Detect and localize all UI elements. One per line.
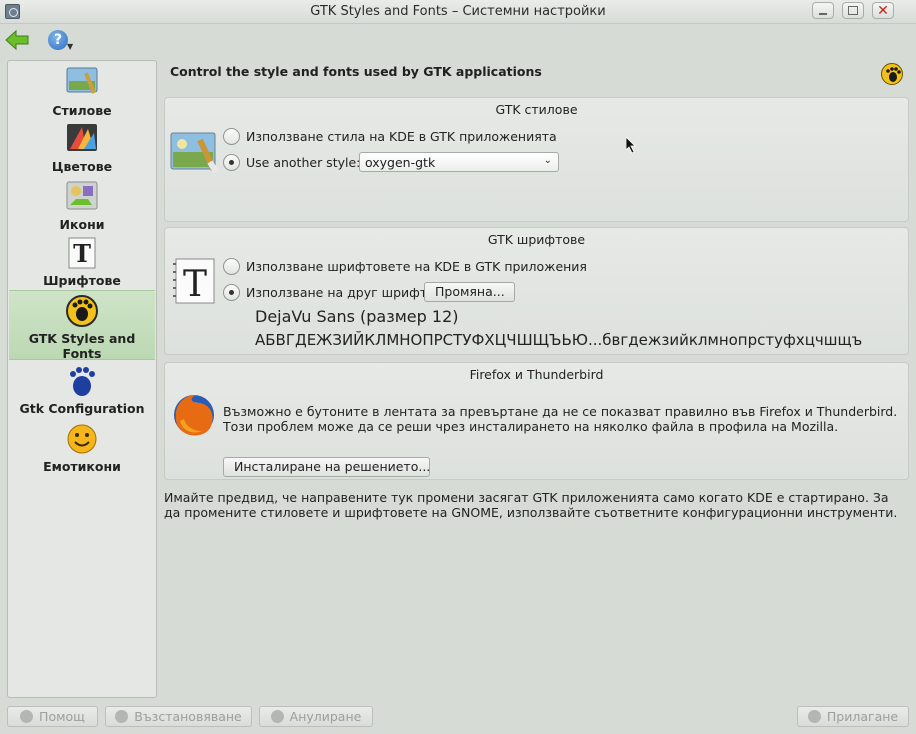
fonts-icon: T xyxy=(66,237,98,269)
gtk-icon xyxy=(66,295,98,327)
smiley-icon xyxy=(66,423,98,455)
group-title: GTK стилове xyxy=(495,102,578,117)
sidebar-item-label: Стилове xyxy=(52,103,112,118)
font-preview-name: DejaVu Sans (размер 12) xyxy=(255,307,459,326)
icons-icon xyxy=(66,181,98,213)
back-arrow-icon xyxy=(5,29,29,51)
sidebar-item-label: GTK Styles and Fonts xyxy=(28,331,136,361)
maximize-button[interactable] xyxy=(842,2,864,19)
styles-icon xyxy=(66,67,98,99)
group-title: Firefox и Thunderbird xyxy=(469,367,604,382)
gtk-fonts-group: GTK шрифтове T Използване шрифтовете на … xyxy=(164,227,909,355)
sidebar-item-label: Цветове xyxy=(51,159,113,174)
radio-button[interactable] xyxy=(223,257,240,275)
colors-icon xyxy=(66,123,98,155)
radio-button[interactable] xyxy=(223,283,240,301)
change-font-button[interactable]: Промяна... xyxy=(424,282,515,302)
toolbar: ? ▼ xyxy=(0,24,916,58)
title-bar: GTK Styles and Fonts – Системни настройк… xyxy=(0,0,916,24)
help-icon xyxy=(20,710,34,723)
firefox-thunderbird-group: Firefox и Thunderbird Възможно е бутонит… xyxy=(164,362,909,480)
radio-label: Използване на друг шрифт: xyxy=(246,284,432,300)
reset-button[interactable]: Възстановяване xyxy=(105,706,252,727)
sidebar-item-fonts[interactable]: T Шрифтове xyxy=(9,237,155,289)
mouse-cursor-icon xyxy=(626,137,636,153)
sidebar-item-gtk-styles-and-fonts[interactable]: GTK Styles and Fonts xyxy=(9,290,155,361)
sidebar-item-label: Икони xyxy=(59,217,105,232)
select-value: oxygen-gtk xyxy=(365,155,436,170)
back-button[interactable] xyxy=(4,27,30,53)
sidebar: Стилове Цветове Икони T Шрифтове GTK Sty… xyxy=(7,60,157,698)
sidebar-item-label: Шрифтове xyxy=(43,273,121,288)
sidebar-item-label: Gtk Configuration xyxy=(19,401,145,416)
radio-kde-style[interactable]: Използване стила на KDE в GTK приложения… xyxy=(223,126,557,146)
group-title: GTK шрифтове xyxy=(487,232,586,247)
button-label: Прилагане xyxy=(826,709,899,724)
button-label: Помощ xyxy=(39,709,85,724)
radio-label: Използване стила на KDE в GTK приложения… xyxy=(246,128,557,144)
sidebar-item-gtk-configuration[interactable]: Gtk Configuration xyxy=(9,365,155,417)
page-title: Control the style and fonts used by GTK … xyxy=(170,64,542,79)
sidebar-item-colors[interactable]: Цветове xyxy=(9,123,155,175)
styles-icon xyxy=(170,132,219,174)
firefox-icon xyxy=(170,391,218,439)
chevron-down-icon: ▼ xyxy=(67,42,74,51)
gtk-styles-group: GTK стилове Използване стила на KDE в GT… xyxy=(164,97,909,222)
chevron-down-icon: ⌄ xyxy=(543,155,552,166)
style-select[interactable]: oxygen-gtk ⌄ xyxy=(359,152,559,172)
svg-text:T: T xyxy=(183,264,207,304)
minimize-button[interactable] xyxy=(812,2,834,19)
help-button[interactable]: Помощ xyxy=(7,706,98,727)
button-label: Анулиране xyxy=(289,709,362,724)
gnome-foot-icon xyxy=(66,365,98,397)
sidebar-item-icons[interactable]: Икони xyxy=(9,181,155,233)
cancel-icon xyxy=(270,710,284,723)
close-button[interactable]: ✕ xyxy=(872,2,894,19)
button-label: Възстановяване xyxy=(134,709,242,724)
install-fix-button[interactable]: Инсталиране на решението... xyxy=(223,457,430,477)
firefox-description: Възможно е бутоните в лентата за превърт… xyxy=(223,404,898,434)
font-preview-sample: АБВГДЕЖЗИЙКЛМНОПРСТУФХЦЧШЩЪЬЮ...бвгдежзи… xyxy=(255,331,863,349)
help-menu-button[interactable]: ? ▼ xyxy=(46,28,76,54)
radio-other-font[interactable]: Използване на друг шрифт: xyxy=(223,282,431,302)
sidebar-item-styles[interactable]: Стилове xyxy=(9,67,155,119)
radio-label: Използване шрифтовете на KDE в GTK прило… xyxy=(246,258,587,274)
help-icon: ? xyxy=(48,30,68,50)
radio-button[interactable] xyxy=(223,153,240,171)
radio-other-style[interactable]: Use another style: xyxy=(223,152,360,172)
radio-kde-fonts[interactable]: Използване шрифтовете на KDE в GTK прило… xyxy=(223,256,587,276)
cancel-button[interactable]: Анулиране xyxy=(259,706,373,727)
apply-icon xyxy=(807,710,821,723)
fonts-icon: T xyxy=(172,258,216,305)
radio-button[interactable] xyxy=(223,127,240,145)
apply-button[interactable]: Прилагане xyxy=(797,706,909,727)
svg-text:T: T xyxy=(73,239,91,268)
reset-icon xyxy=(115,710,129,723)
window-title: GTK Styles and Fonts – Системни настройк… xyxy=(310,4,606,19)
sidebar-item-emoticons[interactable]: Емотикони xyxy=(9,423,155,475)
radio-label: Use another style: xyxy=(246,154,361,170)
info-note: Имайте предвид, че направените тук проме… xyxy=(164,490,898,520)
gtk-icon xyxy=(881,63,903,85)
sidebar-item-label: Емотикони xyxy=(43,459,121,474)
